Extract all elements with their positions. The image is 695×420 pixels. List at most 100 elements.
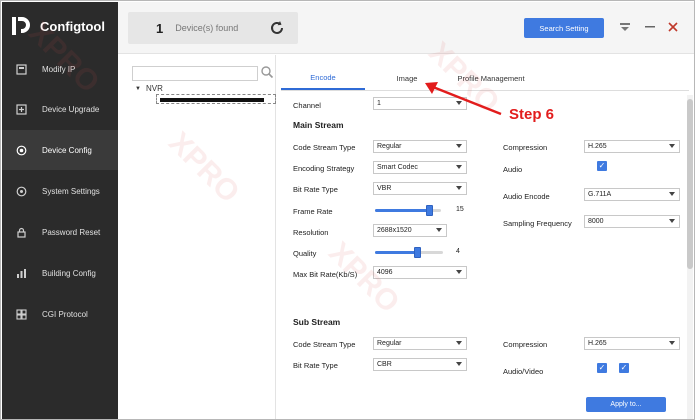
max-bit-rate-select[interactable]: 4096	[373, 266, 467, 279]
search-icon[interactable]	[260, 65, 274, 79]
device-count: 1	[156, 20, 164, 36]
device-tree-panel: ▼ NVR	[118, 55, 276, 419]
redaction-bar	[160, 98, 264, 102]
sidebar-item-label: Modify IP	[42, 64, 76, 74]
app-title: Configtool	[40, 18, 105, 34]
sidebar-item-cgi-protocol[interactable]: CGI Protocol	[2, 294, 118, 334]
sidebar-item-device-config[interactable]: Device Config	[2, 130, 118, 170]
close-icon[interactable]	[666, 20, 680, 34]
sidebar-item-label: CGI Protocol	[42, 309, 88, 319]
minimize-icon[interactable]	[643, 20, 657, 34]
quality-slider[interactable]	[375, 251, 443, 254]
compression-label: Compression	[503, 143, 548, 152]
compression-value: H.265	[588, 143, 607, 150]
sidebar: Configtool Modify IP Device Upgrade Devi…	[2, 2, 118, 419]
channel-select[interactable]: 1	[373, 97, 467, 110]
sidebar-item-label: Building Config	[42, 268, 96, 278]
quality-fill	[375, 251, 418, 254]
resolution-select[interactable]: 2688x1520	[373, 224, 447, 237]
tree-node-label: NVR	[145, 84, 163, 93]
chevron-down-icon	[436, 228, 442, 232]
chevron-down-icon	[456, 270, 462, 274]
sidebar-item-modify-ip[interactable]: Modify IP	[2, 49, 118, 89]
expand-arrow-icon[interactable]: ▼	[135, 86, 141, 92]
sampling-frequency-value: 8000	[588, 218, 604, 225]
top-bar: 1 Device(s) found Search Setting	[118, 2, 694, 54]
settings-icon	[14, 184, 28, 198]
encoding-strategy-value: Smart Codec	[377, 164, 418, 171]
step-label: Step 6	[509, 106, 555, 123]
sub-compression-select[interactable]: H.265	[584, 337, 680, 350]
encoding-strategy-label: Encoding Strategy	[293, 164, 355, 173]
sampling-frequency-label: Sampling Frequency	[503, 219, 572, 228]
sidebar-item-system-settings[interactable]: System Settings	[2, 171, 118, 211]
frame-rate-label: Frame Rate	[293, 207, 333, 216]
frame-rate-handle[interactable]	[425, 205, 433, 216]
main-stream-title: Main Stream	[293, 120, 344, 130]
chevron-down-icon	[456, 341, 462, 345]
scrollbar-thumb[interactable]	[687, 99, 693, 269]
modify-ip-icon	[14, 62, 28, 76]
chevron-down-icon	[669, 219, 675, 223]
channel-label: Channel	[293, 101, 321, 110]
quality-label: Quality	[293, 249, 317, 258]
tab-profile-management[interactable]: Profile Management	[449, 66, 533, 90]
chevron-down-icon	[456, 362, 462, 366]
bit-rate-type-label: Bit Rate Type	[293, 185, 338, 194]
sidebar-item-device-upgrade[interactable]: Device Upgrade	[2, 89, 118, 129]
sub-bit-rate-type-value: CBR	[377, 361, 392, 368]
sidebar-item-label: Password Reset	[42, 227, 101, 237]
sidebar-item-label: System Settings	[42, 186, 100, 196]
sub-bit-rate-type-label: Bit Rate Type	[293, 361, 338, 370]
bit-rate-type-select[interactable]: VBR	[373, 182, 467, 195]
sub-stream-title: Sub Stream	[293, 317, 341, 327]
refresh-icon[interactable]	[268, 19, 286, 37]
sub-code-stream-type-select[interactable]: Regular	[373, 337, 467, 350]
chevron-down-icon	[669, 192, 675, 196]
protocol-icon	[14, 307, 28, 321]
sampling-frequency-select[interactable]: 8000	[584, 215, 680, 228]
lock-icon	[14, 225, 28, 239]
sidebar-item-label: Device Upgrade	[42, 104, 100, 114]
building-icon	[14, 266, 28, 280]
chevron-down-icon	[456, 186, 462, 190]
frame-rate-value: 15	[456, 206, 464, 213]
devices-found-label: Device(s) found	[175, 23, 239, 33]
tree-node-nvr[interactable]: ▼ NVR	[135, 84, 163, 93]
search-setting-button[interactable]: Search Setting	[524, 18, 604, 38]
compression-select[interactable]: H.265	[584, 140, 680, 153]
sub-audio-checkbox[interactable]: ✓	[597, 363, 607, 373]
chevron-down-icon	[669, 341, 675, 345]
sub-compression-label: Compression	[503, 340, 548, 349]
chevron-down-icon	[456, 165, 462, 169]
sub-bit-rate-type-select[interactable]: CBR	[373, 358, 467, 371]
apply-to-button[interactable]: Apply to...	[586, 397, 666, 412]
sidebar-item-label: Device Config	[42, 145, 92, 155]
sub-video-checkbox[interactable]: ✓	[619, 363, 629, 373]
code-stream-type-select[interactable]: Regular	[373, 140, 467, 153]
quality-handle[interactable]	[413, 247, 421, 258]
sub-code-stream-type-label: Code Stream Type	[293, 340, 356, 349]
audio-encode-value: G.711A	[588, 191, 612, 198]
menu-icon[interactable]	[618, 20, 632, 34]
quality-value: 4	[456, 248, 460, 255]
audio-encode-label: Audio Encode	[503, 192, 550, 201]
config-panel: Encode Image Profile Management Channel …	[277, 55, 694, 419]
tab-encode[interactable]: Encode	[281, 66, 365, 90]
code-stream-type-value: Regular	[377, 143, 402, 150]
sub-compression-value: H.265	[588, 340, 607, 347]
code-stream-type-label: Code Stream Type	[293, 143, 356, 152]
encoding-strategy-select[interactable]: Smart Codec	[373, 161, 467, 174]
upgrade-icon	[14, 102, 28, 116]
channel-value: 1	[377, 100, 381, 107]
logo-icon	[10, 15, 32, 37]
sidebar-item-building-config[interactable]: Building Config	[2, 253, 118, 293]
config-icon	[14, 143, 28, 157]
audio-checkbox[interactable]: ✓	[597, 161, 607, 171]
tree-search-input[interactable]	[132, 66, 258, 81]
sidebar-item-password-reset[interactable]: Password Reset	[2, 212, 118, 252]
sub-audio-video-label: Audio/Video	[503, 367, 544, 376]
tab-image[interactable]: Image	[365, 66, 449, 90]
resolution-label: Resolution	[293, 228, 329, 237]
audio-encode-select[interactable]: G.711A	[584, 188, 680, 201]
